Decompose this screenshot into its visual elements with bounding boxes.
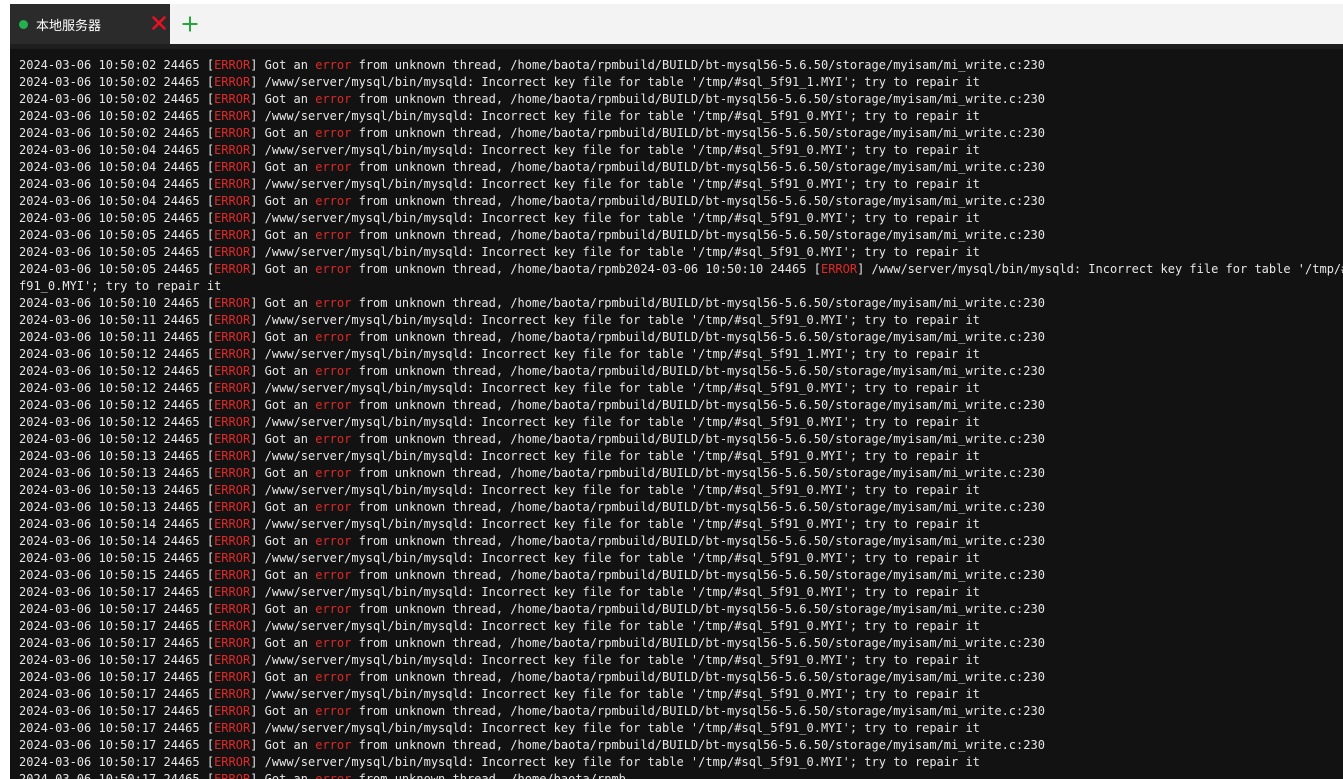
log-line: 2024-03-06 10:50:13 24465 [ERROR] Got an… bbox=[19, 466, 1045, 480]
log-line: 2024-03-06 10:50:17 24465 [ERROR] Got an… bbox=[19, 636, 1045, 650]
log-line: 2024-03-06 10:50:13 24465 [ERROR] /www/s… bbox=[19, 449, 980, 463]
log-line: f91_0.MYI'; try to repair it bbox=[19, 279, 222, 293]
log-line: 2024-03-06 10:50:17 24465 [ERROR] Got an… bbox=[19, 704, 1045, 718]
log-line: 2024-03-06 10:50:14 24465 [ERROR] Got an… bbox=[19, 534, 1045, 548]
log-line: 2024-03-06 10:50:12 24465 [ERROR] /www/s… bbox=[19, 347, 980, 361]
tab-bar: 本地服务器 bbox=[10, 4, 1343, 45]
log-line: 2024-03-06 10:50:11 24465 [ERROR] /www/s… bbox=[19, 313, 980, 327]
log-line: 2024-03-06 10:50:10 24465 [ERROR] Got an… bbox=[19, 296, 1045, 310]
log-line: 2024-03-06 10:50:11 24465 [ERROR] Got an… bbox=[19, 330, 1045, 344]
log-line: 2024-03-06 10:50:02 24465 [ERROR] Got an… bbox=[19, 58, 1045, 72]
log-line: 2024-03-06 10:50:04 24465 [ERROR] Got an… bbox=[19, 160, 1045, 174]
log-line: 2024-03-06 10:50:02 24465 [ERROR] Got an… bbox=[19, 126, 1045, 140]
tab-label: 本地服务器 bbox=[36, 18, 102, 34]
log-line: 2024-03-06 10:50:17 24465 [ERROR] /www/s… bbox=[19, 619, 980, 633]
log-line: 2024-03-06 10:50:05 24465 [ERROR] Got an… bbox=[19, 228, 1045, 242]
log-line: 2024-03-06 10:50:02 24465 [ERROR] Got an… bbox=[19, 92, 1045, 106]
log-line: 2024-03-06 10:50:12 24465 [ERROR] /www/s… bbox=[19, 381, 980, 395]
log-line: 2024-03-06 10:50:04 24465 [ERROR] Got an… bbox=[19, 194, 1045, 208]
log-line: 2024-03-06 10:50:02 24465 [ERROR] /www/s… bbox=[19, 75, 980, 89]
log-line: 2024-03-06 10:50:05 24465 [ERROR] /www/s… bbox=[19, 245, 980, 259]
close-icon[interactable] bbox=[150, 14, 168, 32]
log-lines: 2024-03-06 10:50:02 24465 [ERROR] Got an… bbox=[19, 57, 1343, 779]
log-line: 2024-03-06 10:50:17 24465 [ERROR] /www/s… bbox=[19, 653, 980, 667]
plus-icon[interactable] bbox=[180, 14, 200, 34]
ssh-terminal-window: 本地服务器 2024-03-06 10:50:02 24465 [ERROR] … bbox=[0, 0, 1343, 779]
log-line: 2024-03-06 10:50:13 24465 [ERROR] Got an… bbox=[19, 500, 1045, 514]
log-line: 2024-03-06 10:50:17 24465 [ERROR] /www/s… bbox=[19, 755, 980, 769]
log-line: 2024-03-06 10:50:17 24465 [ERROR] /www/s… bbox=[19, 687, 980, 701]
log-line: 2024-03-06 10:50:17 24465 [ERROR] /www/s… bbox=[19, 585, 980, 599]
log-line: 2024-03-06 10:50:17 24465 [ERROR] Got an… bbox=[19, 738, 1045, 752]
terminal-output[interactable]: 2024-03-06 10:50:02 24465 [ERROR] Got an… bbox=[10, 44, 1343, 779]
log-line: 2024-03-06 10:50:02 24465 [ERROR] /www/s… bbox=[19, 109, 980, 123]
log-line: 2024-03-06 10:50:17 24465 [ERROR] Got an… bbox=[19, 670, 1045, 684]
log-line: 2024-03-06 10:50:15 24465 [ERROR] Got an… bbox=[19, 568, 1045, 582]
tab-local-server[interactable]: 本地服务器 bbox=[10, 4, 170, 44]
log-line: 2024-03-06 10:50:17 24465 [ERROR] Got an… bbox=[19, 772, 626, 779]
log-line: 2024-03-06 10:50:04 24465 [ERROR] /www/s… bbox=[19, 143, 980, 157]
log-line: 2024-03-06 10:50:12 24465 [ERROR] Got an… bbox=[19, 432, 1045, 446]
log-line: 2024-03-06 10:50:05 24465 [ERROR] Got an… bbox=[19, 262, 1343, 276]
log-line: 2024-03-06 10:50:15 24465 [ERROR] /www/s… bbox=[19, 551, 980, 565]
log-line: 2024-03-06 10:50:14 24465 [ERROR] /www/s… bbox=[19, 517, 980, 531]
log-line: 2024-03-06 10:50:04 24465 [ERROR] /www/s… bbox=[19, 177, 980, 191]
log-line: 2024-03-06 10:50:12 24465 [ERROR] /www/s… bbox=[19, 415, 980, 429]
log-line: 2024-03-06 10:50:17 24465 [ERROR] Got an… bbox=[19, 602, 1045, 616]
log-line: 2024-03-06 10:50:12 24465 [ERROR] Got an… bbox=[19, 364, 1045, 378]
connection-status-icon bbox=[19, 19, 28, 29]
log-line: 2024-03-06 10:50:05 24465 [ERROR] /www/s… bbox=[19, 211, 980, 225]
log-line: 2024-03-06 10:50:12 24465 [ERROR] Got an… bbox=[19, 398, 1045, 412]
log-line: 2024-03-06 10:50:17 24465 [ERROR] /www/s… bbox=[19, 721, 980, 735]
log-line: 2024-03-06 10:50:13 24465 [ERROR] /www/s… bbox=[19, 483, 980, 497]
